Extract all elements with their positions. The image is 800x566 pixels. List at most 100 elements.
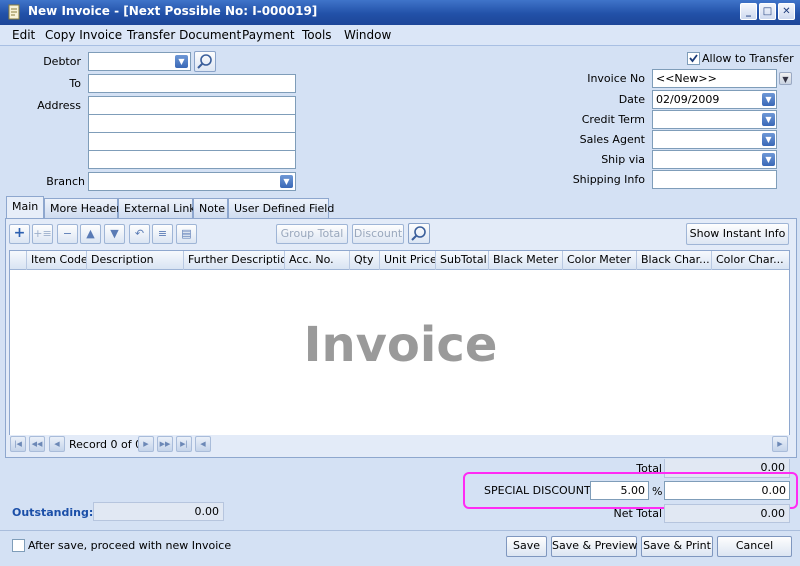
description-row-icon[interactable]: ▤ bbox=[176, 224, 197, 244]
tab-more-header[interactable]: More Header bbox=[44, 198, 121, 218]
column-header[interactable]: SubTotal bbox=[436, 251, 489, 270]
scroll-left-icon[interactable]: ◀ bbox=[195, 436, 211, 452]
save-preview-button[interactable]: Save & Preview bbox=[551, 536, 637, 557]
footer-divider bbox=[0, 530, 800, 531]
column-header[interactable]: Black Char... bbox=[637, 251, 712, 270]
record-count: Record 0 of 0 bbox=[69, 438, 143, 451]
credit-term-label: Credit Term bbox=[581, 113, 645, 126]
column-header[interactable]: Qty bbox=[350, 251, 380, 270]
branch-dropdown-icon[interactable]: ▼ bbox=[280, 175, 293, 188]
undo-icon[interactable]: ↶ bbox=[129, 224, 150, 244]
address-label: Address bbox=[37, 99, 81, 112]
proceed-new-invoice-label: After save, proceed with new Invoice bbox=[28, 539, 232, 552]
column-header[interactable]: Further Description bbox=[184, 251, 285, 270]
address-line-2[interactable] bbox=[88, 114, 296, 133]
menu-copy-invoice[interactable]: Copy Invoice bbox=[45, 28, 122, 42]
date-field[interactable]: 02/09/2009 bbox=[652, 90, 777, 109]
to-label: To bbox=[69, 77, 81, 90]
previous-page-icon[interactable]: ◀◀ bbox=[29, 436, 45, 452]
invoice-app-icon bbox=[8, 4, 20, 20]
menu-payment[interactable]: Payment bbox=[242, 28, 295, 42]
invoice-watermark: Invoice bbox=[303, 317, 498, 373]
magnifier-icon bbox=[197, 54, 212, 69]
allow-transfer-checkbox[interactable] bbox=[687, 52, 700, 65]
cancel-button[interactable]: Cancel bbox=[717, 536, 792, 557]
title-bar: New Invoice - [Next Possible No: I-00001… bbox=[0, 0, 800, 25]
address-line-3[interactable] bbox=[88, 132, 296, 151]
net-total-value: 0.00 bbox=[664, 504, 790, 523]
sales-agent-label: Sales Agent bbox=[579, 133, 645, 146]
record-navigator: |◀ ◀◀ ◀ Record 0 of 0 ▶ ▶▶ ▶| ◀ ▶ bbox=[9, 435, 790, 453]
window-title: New Invoice - [Next Possible No: I-00001… bbox=[28, 4, 318, 18]
delete-row-icon[interactable]: − bbox=[57, 224, 78, 244]
column-header[interactable]: Item Code bbox=[27, 251, 87, 270]
outstanding-value: 0.00 bbox=[93, 502, 224, 521]
invoice-no-field[interactable]: <<New>> bbox=[652, 69, 777, 88]
menu-window[interactable]: Window bbox=[344, 28, 391, 42]
date-dropdown-icon[interactable]: ▼ bbox=[762, 93, 775, 106]
net-total-label: Net Total bbox=[613, 507, 663, 520]
move-up-icon[interactable]: ▲ bbox=[80, 224, 101, 244]
minimize-icon[interactable]: _ bbox=[740, 3, 757, 20]
shipping-info-label: Shipping Info bbox=[572, 173, 645, 186]
grid-search-button[interactable] bbox=[408, 223, 430, 244]
tab-user-defined-field[interactable]: User Defined Field bbox=[228, 198, 334, 218]
credit-term-combo[interactable] bbox=[652, 110, 777, 129]
save-button[interactable]: Save bbox=[506, 536, 547, 557]
invoice-no-dropdown-icon[interactable]: ▼ bbox=[779, 72, 792, 85]
last-record-icon[interactable]: ▶| bbox=[176, 436, 192, 452]
column-header[interactable]: Color Char... bbox=[712, 251, 789, 270]
save-print-button[interactable]: Save & Print bbox=[641, 536, 713, 557]
column-header[interactable]: Description bbox=[87, 251, 184, 270]
group-total-button[interactable]: Group Total bbox=[276, 224, 348, 244]
show-instant-info-button[interactable]: Show Instant Info bbox=[686, 223, 789, 245]
ship-via-dropdown-icon[interactable]: ▼ bbox=[762, 153, 775, 166]
address-line-4[interactable] bbox=[88, 150, 296, 169]
scroll-right-icon[interactable]: ▶ bbox=[772, 436, 788, 452]
menu-edit[interactable]: Edit bbox=[12, 28, 35, 42]
first-record-icon[interactable]: |◀ bbox=[10, 436, 26, 452]
insert-row-icon[interactable]: +≡ bbox=[32, 224, 53, 244]
address-line-1[interactable] bbox=[88, 96, 296, 115]
ship-via-label: Ship via bbox=[601, 153, 645, 166]
to-field[interactable] bbox=[88, 74, 296, 93]
shipping-info-field[interactable] bbox=[652, 170, 777, 189]
menu-bar: Edit Copy Invoice Transfer Document Paym… bbox=[0, 25, 800, 46]
close-icon[interactable]: ✕ bbox=[778, 3, 795, 20]
add-row-icon[interactable]: + bbox=[9, 224, 30, 244]
sales-agent-dropdown-icon[interactable]: ▼ bbox=[762, 133, 775, 146]
credit-term-dropdown-icon[interactable]: ▼ bbox=[762, 113, 775, 126]
debtor-lookup-button[interactable] bbox=[194, 51, 216, 72]
column-header[interactable]: Color Meter bbox=[563, 251, 637, 270]
menu-transfer-document[interactable]: Transfer Document bbox=[127, 28, 241, 42]
sales-agent-combo[interactable] bbox=[652, 130, 777, 149]
outstanding-label: Outstanding: bbox=[12, 506, 94, 519]
magnifier-icon bbox=[411, 226, 426, 241]
checkmark-icon bbox=[689, 54, 698, 63]
proceed-new-invoice-checkbox[interactable] bbox=[12, 539, 25, 552]
column-header[interactable]: Acc. No. bbox=[285, 251, 350, 270]
ship-via-combo[interactable] bbox=[652, 150, 777, 169]
tab-main[interactable]: Main bbox=[6, 196, 44, 219]
allow-transfer-label: Allow to Transfer bbox=[702, 52, 794, 65]
grid-header: Item Code Description Further Descriptio… bbox=[10, 251, 789, 270]
debtor-label: Debtor bbox=[43, 55, 81, 68]
branch-combo[interactable] bbox=[88, 172, 296, 191]
tab-note[interactable]: Note bbox=[193, 198, 228, 218]
next-record-icon[interactable]: ▶ bbox=[138, 436, 154, 452]
row-indicator-column bbox=[10, 251, 27, 270]
next-page-icon[interactable]: ▶▶ bbox=[157, 436, 173, 452]
column-header[interactable]: Black Meter bbox=[489, 251, 563, 270]
debtor-dropdown-icon[interactable]: ▼ bbox=[175, 55, 188, 68]
move-down-icon[interactable]: ▼ bbox=[104, 224, 125, 244]
previous-record-icon[interactable]: ◀ bbox=[49, 436, 65, 452]
tab-external-link[interactable]: External Link bbox=[118, 198, 196, 218]
subtotal-row-icon[interactable]: ≡ bbox=[152, 224, 173, 244]
menu-tools[interactable]: Tools bbox=[302, 28, 332, 42]
discount-button[interactable]: Discount bbox=[352, 224, 404, 244]
date-label: Date bbox=[618, 93, 645, 106]
column-header[interactable]: Unit Price bbox=[380, 251, 436, 270]
maximize-icon[interactable]: □ bbox=[759, 3, 776, 20]
invoice-no-label: Invoice No bbox=[587, 72, 645, 85]
item-grid[interactable]: Item Code Description Further Descriptio… bbox=[9, 250, 790, 436]
